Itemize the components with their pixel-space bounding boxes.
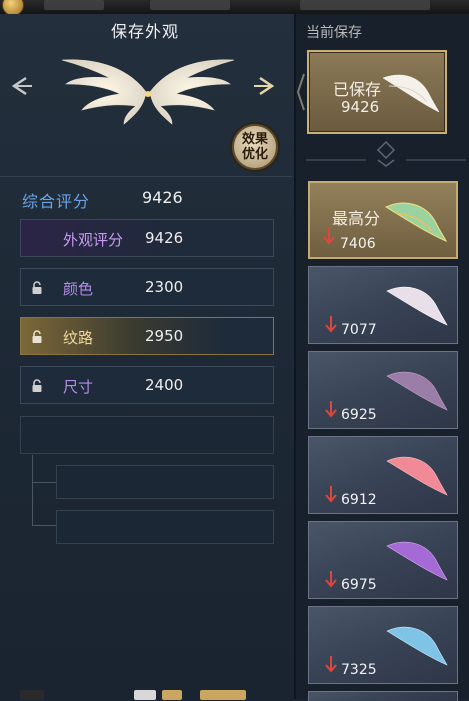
prev-arrow-icon[interactable] — [6, 72, 34, 100]
lock-icon[interactable] — [31, 379, 43, 393]
candidate-card[interactable]: 6975 — [308, 521, 458, 599]
lock-icon[interactable] — [31, 281, 43, 295]
candidate-card[interactable]: 6925 — [308, 351, 458, 429]
wings-icon — [386, 286, 448, 326]
pattern-label: 纹路 — [63, 329, 94, 347]
color-value: 2300 — [145, 278, 184, 296]
size-value: 2400 — [145, 376, 184, 394]
down-arrow-icon — [325, 401, 337, 418]
down-arrow-icon — [325, 656, 337, 673]
wings-icon — [386, 626, 448, 666]
empty-sub-slot — [56, 510, 274, 544]
effect-optimize-label-2: 优化 — [241, 147, 268, 162]
size-label: 尺寸 — [63, 378, 94, 396]
tree-connector — [32, 455, 33, 525]
appearance-score-value: 9426 — [145, 229, 184, 247]
candidate-card-partial[interactable] — [308, 691, 458, 701]
best-value: 7406 — [340, 236, 376, 252]
appearance-score-label: 外观评分 — [63, 231, 124, 249]
candidate-value: 6912 — [341, 492, 377, 508]
next-arrow-icon[interactable] — [252, 72, 280, 100]
pattern-value: 2950 — [145, 327, 184, 345]
total-score-value: 9426 — [142, 188, 183, 207]
candidate-value: 7077 — [341, 322, 377, 338]
top-bar-blurred-text — [44, 0, 104, 10]
saved-card[interactable]: 已保存 9426 — [307, 50, 447, 134]
current-save-label: 当前保存 — [306, 25, 362, 41]
wings-icon — [382, 74, 440, 113]
effect-optimize-label-1: 效果 — [241, 132, 268, 147]
down-arrow-icon — [325, 571, 337, 588]
effect-optimize-button[interactable]: 效果 优化 — [232, 124, 278, 170]
down-arrow-icon — [325, 486, 337, 503]
down-arrow-icon — [323, 228, 335, 245]
wings-preview — [61, 59, 235, 125]
wings-icon — [384, 202, 448, 243]
color-row[interactable]: 颜色 2300 — [20, 268, 274, 306]
candidate-card[interactable]: 7325 — [308, 606, 458, 684]
top-bar — [0, 0, 469, 16]
wings-icon — [386, 541, 448, 581]
total-score: 综合评分 9426 — [22, 188, 183, 212]
candidate-value: 6975 — [341, 577, 377, 593]
lock-icon[interactable] — [31, 330, 43, 344]
pattern-row[interactable]: 纹路 2950 — [20, 317, 274, 355]
total-score-label: 综合评分 — [22, 192, 91, 211]
wings-icon — [386, 456, 448, 496]
empty-slot — [20, 416, 274, 454]
bottom-controls — [0, 688, 294, 700]
top-bar-blurred-text — [300, 0, 430, 10]
size-row[interactable]: 尺寸 2400 — [20, 366, 274, 404]
candidate-value: 7325 — [341, 662, 377, 678]
empty-sub-slot — [56, 465, 274, 499]
candidate-card[interactable]: 6912 — [308, 436, 458, 514]
color-label: 颜色 — [63, 280, 94, 298]
down-arrow-icon — [325, 316, 337, 333]
tree-connector — [32, 482, 56, 483]
candidate-value: 6925 — [341, 407, 377, 423]
panel-title: 保存外观 — [110, 22, 179, 41]
wings-icon — [386, 371, 448, 411]
best-score-card[interactable]: 最高分 7406 — [308, 181, 458, 259]
ornament-icon — [296, 73, 305, 111]
saved-label: 已保存 — [333, 80, 382, 99]
saved-value: 9426 — [341, 98, 380, 116]
divider — [0, 176, 292, 177]
tree-connector — [32, 525, 56, 526]
candidate-card[interactable]: 7077 — [308, 266, 458, 344]
appearance-score-row: 外观评分 9426 — [20, 219, 274, 257]
best-label: 最高分 — [332, 209, 381, 228]
top-bar-blurred-text — [150, 0, 230, 10]
ornament-icon — [306, 140, 466, 167]
